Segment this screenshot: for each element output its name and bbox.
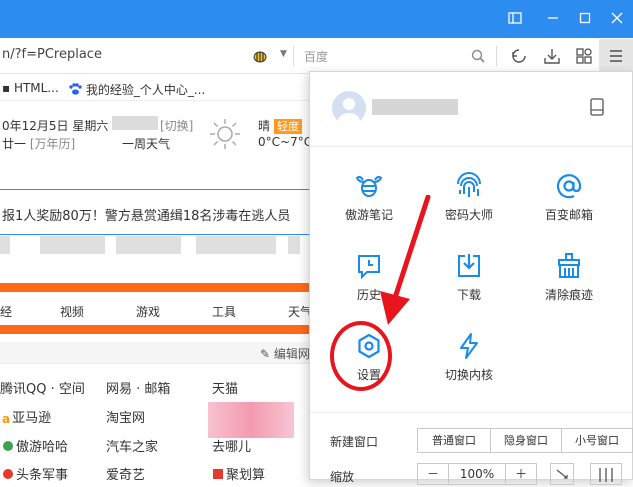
dot-icon: ▪ xyxy=(2,81,14,95)
site-link[interactable]: 爱奇艺 xyxy=(106,464,145,483)
orange-bar xyxy=(0,283,312,292)
site-link[interactable]: 傲游哈哈 xyxy=(2,436,68,455)
at-mail-icon xyxy=(556,174,582,199)
site-link[interactable]: 网易 · 邮箱 xyxy=(106,378,170,397)
bee-icon[interactable] xyxy=(252,48,268,64)
site-link[interactable]: 汽车之家 xyxy=(106,436,158,455)
site-link[interactable]: 淘宝网 xyxy=(106,407,145,426)
aqi-badge: 轻度 xyxy=(274,119,303,134)
blurred-row xyxy=(196,236,276,254)
nav-item[interactable]: 视频 xyxy=(60,303,84,320)
sun-icon xyxy=(210,119,240,149)
weather-text: 晴轻度 xyxy=(258,117,303,134)
divider xyxy=(496,46,497,66)
edit-icon: ✎ xyxy=(260,347,274,361)
divider xyxy=(293,46,294,66)
zoom-label: 缩放 xyxy=(330,470,355,484)
juhuasuan-icon xyxy=(213,469,223,479)
search-icon[interactable] xyxy=(470,48,486,64)
normal-window-button[interactable]: 普通窗口 xyxy=(418,429,490,452)
maximize-icon[interactable] xyxy=(576,10,594,28)
title-bar xyxy=(0,0,633,38)
main-menu-panel: 傲游笔记 密码大师 百变邮箱 历史 下载 清除痕迹 设置 切换内核 新建窗口 普… xyxy=(309,71,633,485)
site-link[interactable]: 腾讯QQ · 空间 xyxy=(0,378,85,397)
menu-item-download[interactable]: 下载 xyxy=(424,252,514,303)
menu-button[interactable] xyxy=(599,39,633,73)
nav-item[interactable]: 工具 xyxy=(212,303,236,320)
nav-item[interactable]: 游戏 xyxy=(136,303,160,320)
close-icon[interactable] xyxy=(608,10,626,28)
blurred-city xyxy=(112,116,158,130)
broom-icon xyxy=(558,253,580,278)
zoom-value: 100% xyxy=(459,467,495,481)
address-bar: n/?f=PCreplace ▼ 百度 xyxy=(0,38,633,74)
maxthon-icon xyxy=(3,441,13,451)
zoom-out-button[interactable]: － xyxy=(418,464,448,484)
avatar[interactable] xyxy=(332,91,366,125)
expand-icon xyxy=(556,469,568,479)
switch-link[interactable]: [切换] xyxy=(160,117,193,134)
nav-item[interactable]: 经 xyxy=(0,303,12,320)
bookmark-item[interactable]: ▪ HTML... xyxy=(2,81,59,95)
download-icon xyxy=(458,254,480,277)
zoom-in-button[interactable]: ＋ xyxy=(506,464,536,484)
date-text: 0年12月5日 星期六 xyxy=(2,119,109,133)
site-link[interactable]: a 亚马逊 xyxy=(2,407,51,426)
site-link[interactable]: 头条军事 xyxy=(2,464,68,483)
lunar-date: 廿一 [万年历] xyxy=(2,137,76,151)
download-icon[interactable] xyxy=(543,47,561,65)
divider xyxy=(310,146,632,147)
zoom-control: － 100% ＋ xyxy=(417,463,537,485)
private-window-button[interactable]: 隐身窗口 xyxy=(491,429,561,452)
blurred-row xyxy=(40,236,105,254)
blurred-ad xyxy=(208,402,294,438)
sidebar-toggle-icon[interactable] xyxy=(506,10,524,28)
fingerprint-icon xyxy=(457,172,481,197)
alt-account-window-button[interactable]: 小号窗口 xyxy=(562,429,632,452)
news-icon xyxy=(3,469,13,479)
chevron-down-icon[interactable]: ▼ xyxy=(280,49,287,59)
site-link[interactable]: 去哪儿 xyxy=(212,436,251,455)
lightning-icon xyxy=(460,333,478,359)
news-headline[interactable]: 报1人奖励80万！警方悬赏通缉18名涉毒在逃人员 xyxy=(2,205,290,224)
blurred-row xyxy=(288,236,300,254)
reading-mode-button[interactable] xyxy=(590,463,622,485)
week-weather-link[interactable]: 一周天气 xyxy=(122,135,170,152)
minimize-icon[interactable] xyxy=(544,10,562,28)
menu-item-password[interactable]: 密码大师 xyxy=(424,172,514,223)
orange-bar xyxy=(0,325,312,334)
blurred-row xyxy=(116,236,181,254)
search-input[interactable]: 百度 xyxy=(304,48,328,65)
page-content: 0年12月5日 星期六 [切换] 廿一 [万年历] 一周天气 晴轻度 0°C~7… xyxy=(0,102,316,483)
fullscreen-button[interactable] xyxy=(550,463,574,485)
annotation-circle xyxy=(330,321,392,391)
window-button-group: 普通窗口 隐身窗口 小号窗口 xyxy=(417,428,633,453)
bookmark-item[interactable]: 我的经验_个人中心_... xyxy=(68,81,205,98)
menu-item-mailbox[interactable]: 百变邮箱 xyxy=(524,172,614,223)
hamburger-icon xyxy=(610,50,622,62)
phone-icon[interactable] xyxy=(590,98,604,116)
baidu-paw-icon xyxy=(69,83,82,95)
temperature-text: 0°C~7°C xyxy=(258,135,313,149)
amazon-icon: a xyxy=(2,412,11,426)
menu-item-switch-kernel[interactable]: 切换内核 xyxy=(424,332,514,383)
menu-item-clear[interactable]: 清除痕迹 xyxy=(524,252,614,303)
blurred-username xyxy=(372,99,458,115)
annotation-arrow xyxy=(380,195,431,325)
site-link[interactable]: 天猫 xyxy=(212,378,238,397)
columns-icon xyxy=(599,468,613,482)
undo-close-icon[interactable] xyxy=(510,47,528,65)
divider xyxy=(310,412,632,413)
edit-nav-link[interactable]: ✎ 编辑网 xyxy=(260,345,310,362)
calendar-link[interactable]: [万年历] xyxy=(30,137,75,151)
blurred-row xyxy=(0,236,10,254)
user-icon xyxy=(338,98,360,125)
new-window-label: 新建窗口 xyxy=(330,435,379,449)
site-link[interactable]: 聚划算 xyxy=(212,464,265,483)
apps-icon[interactable] xyxy=(575,47,593,65)
url-field[interactable]: n/?f=PCreplace xyxy=(2,47,102,62)
